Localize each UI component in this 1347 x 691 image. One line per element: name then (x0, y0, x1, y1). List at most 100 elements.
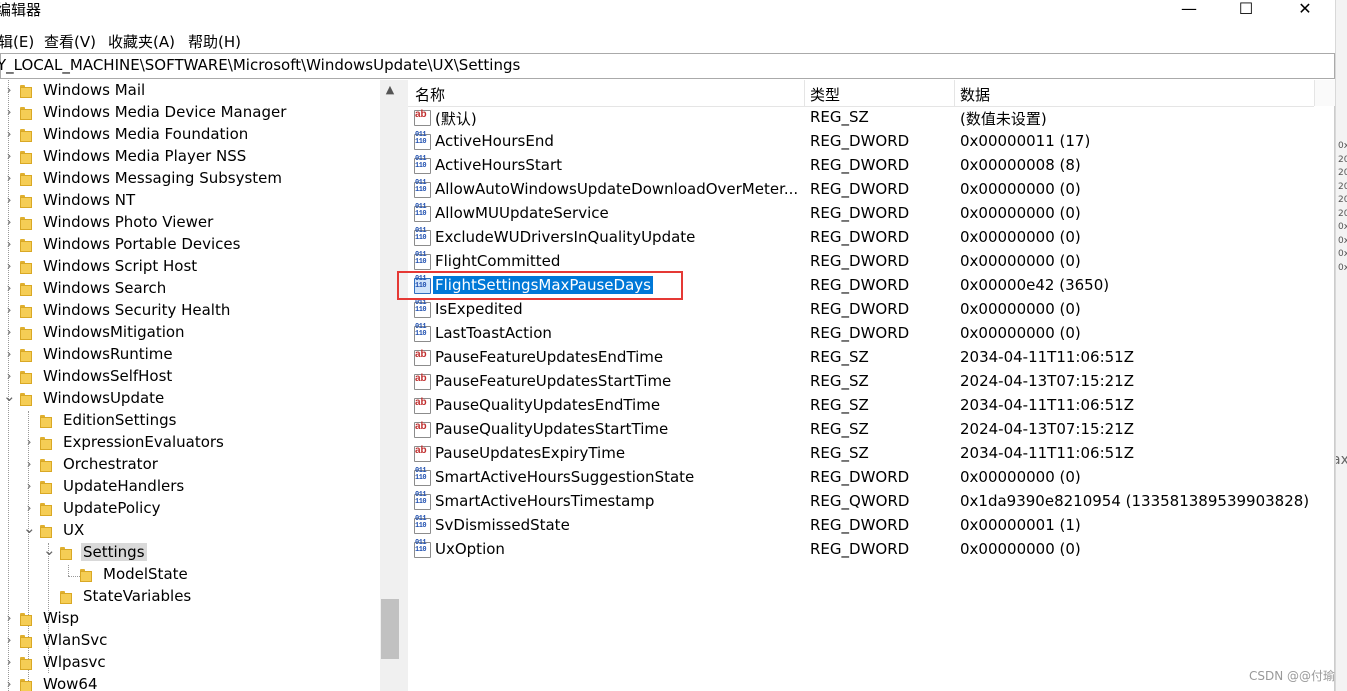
tree-item[interactable]: StateVariables (0, 586, 380, 608)
tree-scrollbar[interactable]: ▲ (380, 80, 400, 691)
chevron-down-icon[interactable]: ⌄ (43, 541, 56, 559)
tree-item[interactable]: › Wow64 (0, 674, 380, 691)
value-icon-glyph: 011 110 (415, 155, 427, 170)
tree-item[interactable]: › Windows Media Player NSS (0, 146, 380, 168)
value-row[interactable]: 011 110 ActiveHoursEnd REG_DWORD 0x00000011… (408, 130, 1314, 154)
value-row[interactable]: 011 110 LastToastAction REG_DWORD 0x0000000… (408, 322, 1314, 346)
value-data: 2024-04-13T07:15:21Z (960, 420, 1134, 438)
value-row[interactable]: ab PauseQualityUpdatesStartTime REG_SZ 2024… (408, 418, 1314, 442)
column-divider[interactable] (804, 80, 805, 106)
chevron-right-icon[interactable]: › (23, 479, 35, 493)
value-row[interactable]: ab PauseQualityUpdatesEndTime REG_SZ 2034-0… (408, 394, 1314, 418)
chevron-right-icon[interactable]: › (3, 633, 15, 647)
chevron-right-icon[interactable]: › (3, 105, 15, 119)
string-value-icon: ab (414, 421, 431, 438)
tree-item[interactable]: › WlanSvc (0, 630, 380, 652)
menu-edit[interactable]: 辑(E) (0, 31, 34, 52)
maximize-button[interactable]: ☐ (1217, 0, 1275, 20)
values-list[interactable]: 名称 类型 数据 ab (默认) REG_SZ (数值未设置) 011 110 Activ… (408, 80, 1335, 691)
value-row[interactable]: 011 110 ExcludeWUDriversInQualityUpdate RE… (408, 226, 1314, 250)
value-type: REG_DWORD (810, 516, 910, 534)
chevron-right-icon[interactable]: › (3, 259, 15, 273)
chevron-right-icon[interactable]: › (3, 193, 15, 207)
tree-item[interactable]: › Windows Portable Devices (0, 234, 380, 256)
chevron-right-icon[interactable]: › (3, 655, 15, 669)
tree-item[interactable]: EditionSettings (0, 410, 380, 432)
value-row[interactable]: ab PauseFeatureUpdatesStartTime REG_SZ 2024… (408, 370, 1314, 394)
column-divider[interactable] (954, 80, 955, 106)
close-button[interactable]: ✕ (1276, 0, 1334, 20)
value-row[interactable]: ab (默认) REG_SZ (数值未设置) (408, 106, 1314, 130)
chevron-right-icon[interactable]: › (3, 171, 15, 185)
chevron-right-icon[interactable]: › (23, 435, 35, 449)
chevron-right-icon[interactable]: › (23, 501, 35, 515)
address-bar[interactable]: Y_LOCAL_MACHINE\SOFTWARE\Microsoft\Windo… (0, 53, 1335, 79)
folder-icon (60, 591, 72, 604)
scroll-up-icon[interactable]: ▲ (380, 80, 400, 100)
value-row[interactable]: 011 110 UxOption REG_DWORD 0x00000000 (0) (408, 538, 1314, 562)
tree-item[interactable]: › Orchestrator (0, 454, 380, 476)
tree-item[interactable]: › ExpressionEvaluators (0, 432, 380, 454)
chevron-right-icon[interactable]: › (3, 677, 15, 691)
tree-item[interactable]: ⌄ Settings (0, 541, 380, 564)
chevron-down-icon[interactable]: ⌄ (23, 519, 36, 537)
chevron-right-icon[interactable]: › (23, 457, 35, 471)
menu-view[interactable]: 查看(V) (44, 31, 96, 52)
chevron-right-icon[interactable]: › (3, 325, 15, 339)
value-row[interactable]: ab PauseFeatureUpdatesEndTime REG_SZ 2034-0… (408, 346, 1314, 370)
tree-item[interactable]: › WindowsMitigation (0, 322, 380, 344)
title-bar[interactable]: 编辑器 — ☐ ✕ (0, 0, 1335, 28)
chevron-right-icon[interactable]: › (3, 149, 15, 163)
value-icon-glyph: ab (415, 445, 427, 456)
value-row[interactable]: 011 110 SmartActiveHoursTimestamp REG_QWOR… (408, 490, 1314, 514)
tree-item[interactable]: › UpdateHandlers (0, 476, 380, 498)
menu-favorites[interactable]: 收藏夹(A) (108, 31, 175, 52)
column-name-header[interactable]: 名称 (415, 84, 445, 105)
menu-help[interactable]: 帮助(H) (188, 31, 241, 52)
address-path[interactable]: Y_LOCAL_MACHINE\SOFTWARE\Microsoft\Windo… (0, 56, 520, 74)
chevron-right-icon[interactable]: › (3, 369, 15, 383)
chevron-right-icon[interactable]: › (3, 281, 15, 295)
value-row[interactable]: 011 110 IsExpedited REG_DWORD 0x00000000 (0… (408, 298, 1314, 322)
value-row[interactable]: 011 110 AllowMUUpdateService REG_DWORD 0x00… (408, 202, 1314, 226)
chevron-right-icon[interactable]: › (3, 215, 15, 229)
chevron-right-icon[interactable]: › (3, 83, 15, 97)
tree-item[interactable]: ⌄ UX (0, 519, 380, 542)
value-row[interactable]: 011 110 SmartActiveHoursSuggestionState RE… (408, 466, 1314, 490)
tree-item[interactable]: › WindowsRuntime (0, 344, 380, 366)
key-tree[interactable]: › Windows Mail › Windows Media Device Manag… (0, 80, 400, 691)
tree-item[interactable]: › WindowsSelfHost (0, 366, 380, 388)
column-type-header[interactable]: 类型 (810, 84, 840, 105)
chevron-right-icon[interactable]: › (3, 347, 15, 361)
value-row[interactable]: 011 110 SvDismissedState REG_DWORD 0x000000… (408, 514, 1314, 538)
tree-item[interactable]: ModelState (0, 564, 380, 586)
tree-item[interactable]: › Windows Photo Viewer (0, 212, 380, 234)
tree-item[interactable]: › Windows Search (0, 278, 380, 300)
chevron-down-icon[interactable]: ⌄ (3, 387, 16, 405)
tree-item[interactable]: › Windows Media Device Manager (0, 102, 380, 124)
background-fragment: 0x (1338, 222, 1347, 232)
value-row[interactable]: 011 110 ActiveHoursStart REG_DWORD 0x000000… (408, 154, 1314, 178)
chevron-right-icon[interactable]: › (3, 303, 15, 317)
tree-item[interactable]: › UpdatePolicy (0, 498, 380, 520)
tree-item[interactable]: › Wlpasvc (0, 652, 380, 674)
scrollbar-thumb[interactable] (381, 599, 399, 659)
binary-value-icon: 011 110 (414, 180, 431, 198)
tree-item[interactable]: › Windows Script Host (0, 256, 380, 278)
tree-item[interactable]: ⌄ WindowsUpdate (0, 387, 380, 410)
chevron-right-icon[interactable]: › (3, 237, 15, 251)
minimize-button[interactable]: — (1160, 0, 1218, 20)
tree-item[interactable]: › Windows Messaging Subsystem (0, 168, 380, 190)
tree-item[interactable]: › Windows Mail (0, 80, 380, 102)
tree-item[interactable]: › Windows NT (0, 190, 380, 212)
tree-item-label: WindowsMitigation (43, 323, 185, 341)
chevron-right-icon[interactable]: › (3, 127, 15, 141)
chevron-right-icon[interactable]: › (3, 611, 15, 625)
tree-item[interactable]: › Wisp (0, 608, 380, 630)
value-row[interactable]: ab PauseUpdatesExpiryTime REG_SZ 2034-04-11… (408, 442, 1314, 466)
column-data-header[interactable]: 数据 (960, 84, 990, 105)
value-row[interactable]: 011 110 AllowAutoWindowsUpdateDownloadOve… (408, 178, 1314, 202)
tree-item[interactable]: › Windows Security Health (0, 300, 380, 322)
tree-item[interactable]: › Windows Media Foundation (0, 124, 380, 146)
value-icon-glyph: 011 110 (415, 299, 427, 314)
